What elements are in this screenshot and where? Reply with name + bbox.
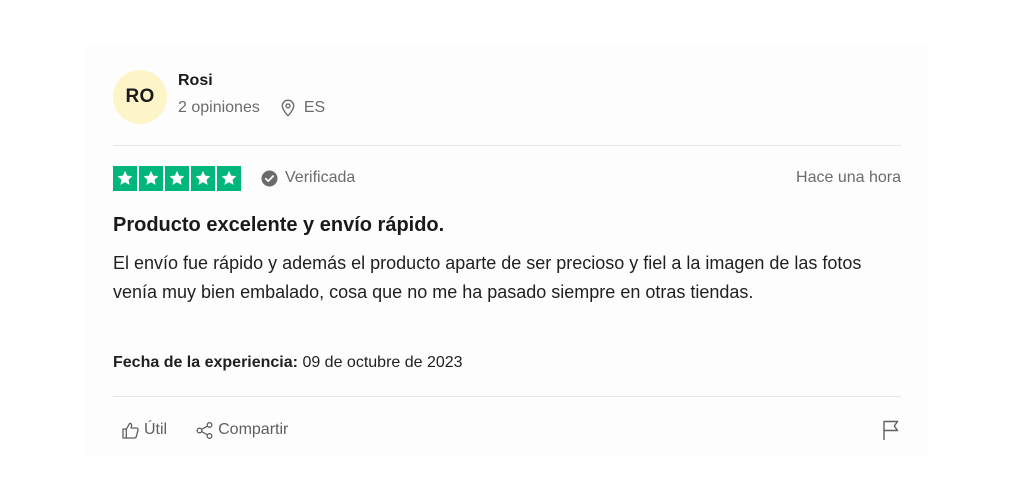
review-time-ago: Hace una hora <box>796 169 901 186</box>
review-card-inner: RO Rosi 2 opiniones ES Verificada Hace u… <box>113 46 901 456</box>
consumer-info[interactable]: RO Rosi 2 opiniones ES <box>113 69 325 125</box>
star-rating <box>113 165 241 191</box>
star-icon <box>113 165 137 191</box>
country-code: ES <box>303 98 326 116</box>
consumer-name[interactable]: Rosi <box>178 71 325 91</box>
flag-icon <box>883 420 899 440</box>
experience-date-label: Fecha de la experiencia: <box>113 354 298 371</box>
review-title: Producto excelente y envío rápido. <box>113 214 445 236</box>
consumer-location: ES <box>280 98 325 118</box>
review-card: RO Rosi 2 opiniones ES Verificada Hace u… <box>86 46 928 456</box>
consumer-details: Rosi 2 opiniones ES <box>178 72 325 118</box>
report-button[interactable] <box>881 419 901 441</box>
rating-row: Verificada Hace una hora <box>113 165 901 191</box>
experience-date-value: 09 de octubre de 2023 <box>302 354 463 371</box>
star-icon <box>191 165 215 191</box>
header-divider <box>113 145 901 146</box>
consumer-meta: 2 opiniones ES <box>178 98 325 118</box>
check-circle-icon <box>261 170 278 186</box>
star-icon <box>165 165 189 191</box>
avatar[interactable]: RO <box>113 70 167 124</box>
verified-label: Verificada <box>285 169 356 186</box>
share-button[interactable]: Compartir <box>195 421 288 440</box>
thumbs-up-icon <box>122 422 139 439</box>
share-icon <box>196 421 213 439</box>
experience-date: Fecha de la experiencia: 09 de octubre d… <box>113 352 463 374</box>
useful-label: Útil <box>144 421 168 438</box>
footer-divider <box>113 396 901 397</box>
verified-badge[interactable]: Verificada <box>261 169 355 187</box>
review-body: El envío fue rápido y además el producto… <box>113 253 862 302</box>
useful-button[interactable]: Útil <box>121 421 167 440</box>
share-label: Compartir <box>218 421 289 438</box>
location-pin-icon <box>281 98 295 117</box>
star-icon <box>217 165 241 191</box>
reviews-count: 2 opiniones <box>178 98 260 116</box>
review-actions: Útil Compartir <box>121 416 901 444</box>
star-icon <box>139 165 163 191</box>
